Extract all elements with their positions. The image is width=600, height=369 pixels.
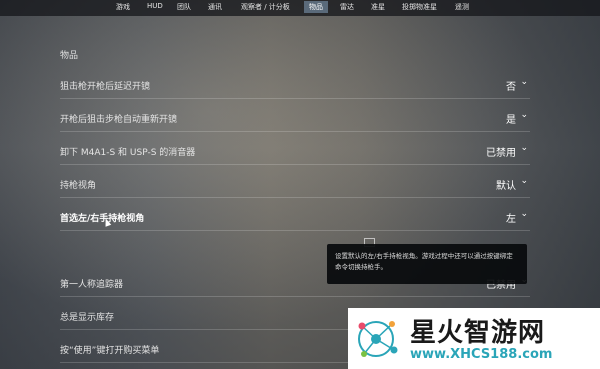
setting-label: 总是显示库存 (60, 313, 115, 323)
tab-radar[interactable]: 雷达 (340, 2, 354, 12)
setting-value[interactable]: 否 (506, 78, 516, 93)
setting-row-preferred-hand[interactable]: 首选左/右手持枪视角 左 ⌄ (60, 202, 530, 231)
tab-game[interactable]: 游戏 (116, 2, 130, 12)
setting-label: 卸下 M4A1-S 和 USP-S 的消音器 (60, 148, 196, 158)
setting-row-viewmodel[interactable]: 持枪视角 默认 ⌄ (60, 169, 530, 198)
section-title: 物品 (60, 51, 79, 61)
tab-telemetry[interactable]: 遥测 (455, 2, 469, 12)
setting-value[interactable]: 左 (506, 210, 516, 225)
settings-tab-bar: 游戏 HUD 团队 通讯 观察者 / 计分板 物品 雷达 准星 投掷物准星 遥测 (0, 0, 600, 16)
tab-grenade-crosshair[interactable]: 投掷物准星 (402, 2, 437, 12)
setting-row-sniper-delay-scope[interactable]: 狙击枪开枪后延迟开镜 否 ⌄ (60, 70, 530, 99)
tab-items[interactable]: 物品 (304, 1, 328, 13)
tab-spectator-scoreboard[interactable]: 观察者 / 计分板 (241, 2, 290, 12)
tooltip-text: 设置默认的左/右手持枪视角。游戏过程中还可以通过按键绑定命令切换持枪手。 (335, 252, 513, 271)
tab-team[interactable]: 团队 (177, 2, 191, 12)
setting-label: 持枪视角 (60, 181, 97, 191)
setting-value[interactable]: 已禁用 (486, 144, 516, 159)
chevron-down-icon[interactable]: ⌄ (520, 143, 528, 153)
tab-communication[interactable]: 通讯 (208, 2, 222, 12)
setting-value[interactable]: 是 (506, 111, 516, 126)
setting-label: 按“使用”键打开购买菜单 (60, 346, 160, 356)
setting-label: 首选左/右手持枪视角 (60, 214, 145, 224)
setting-label: 狙击枪开枪后延迟开镜 (60, 82, 151, 92)
setting-label: 开枪后狙击步枪自动重新开镜 (60, 115, 178, 125)
site-watermark: 星火智游网 www.XHCS188.com (348, 308, 600, 369)
setting-label: 第一人称追踪器 (60, 280, 124, 290)
chevron-down-icon[interactable]: ⌄ (520, 77, 528, 87)
tab-hud[interactable]: HUD (147, 2, 163, 10)
watermark-title: 星火智游网 (410, 318, 546, 348)
setting-tooltip: 设置默认的左/右手持枪视角。游戏过程中还可以通过按键绑定命令切换持枪手。 (327, 244, 527, 284)
setting-value[interactable]: 默认 (496, 177, 516, 192)
tab-crosshair[interactable]: 准星 (371, 2, 385, 12)
chevron-down-icon[interactable]: ⌄ (520, 176, 528, 186)
network-logo-icon (358, 321, 398, 357)
chevron-down-icon[interactable]: ⌄ (520, 110, 528, 120)
setting-row-sniper-auto-rescope[interactable]: 开枪后狙击步枪自动重新开镜 是 ⌄ (60, 103, 530, 132)
watermark-url: www.XHCS188.com (410, 347, 553, 362)
setting-row-remove-silencer[interactable]: 卸下 M4A1-S 和 USP-S 的消音器 已禁用 ⌄ (60, 136, 530, 165)
chevron-down-icon[interactable]: ⌄ (520, 209, 528, 219)
